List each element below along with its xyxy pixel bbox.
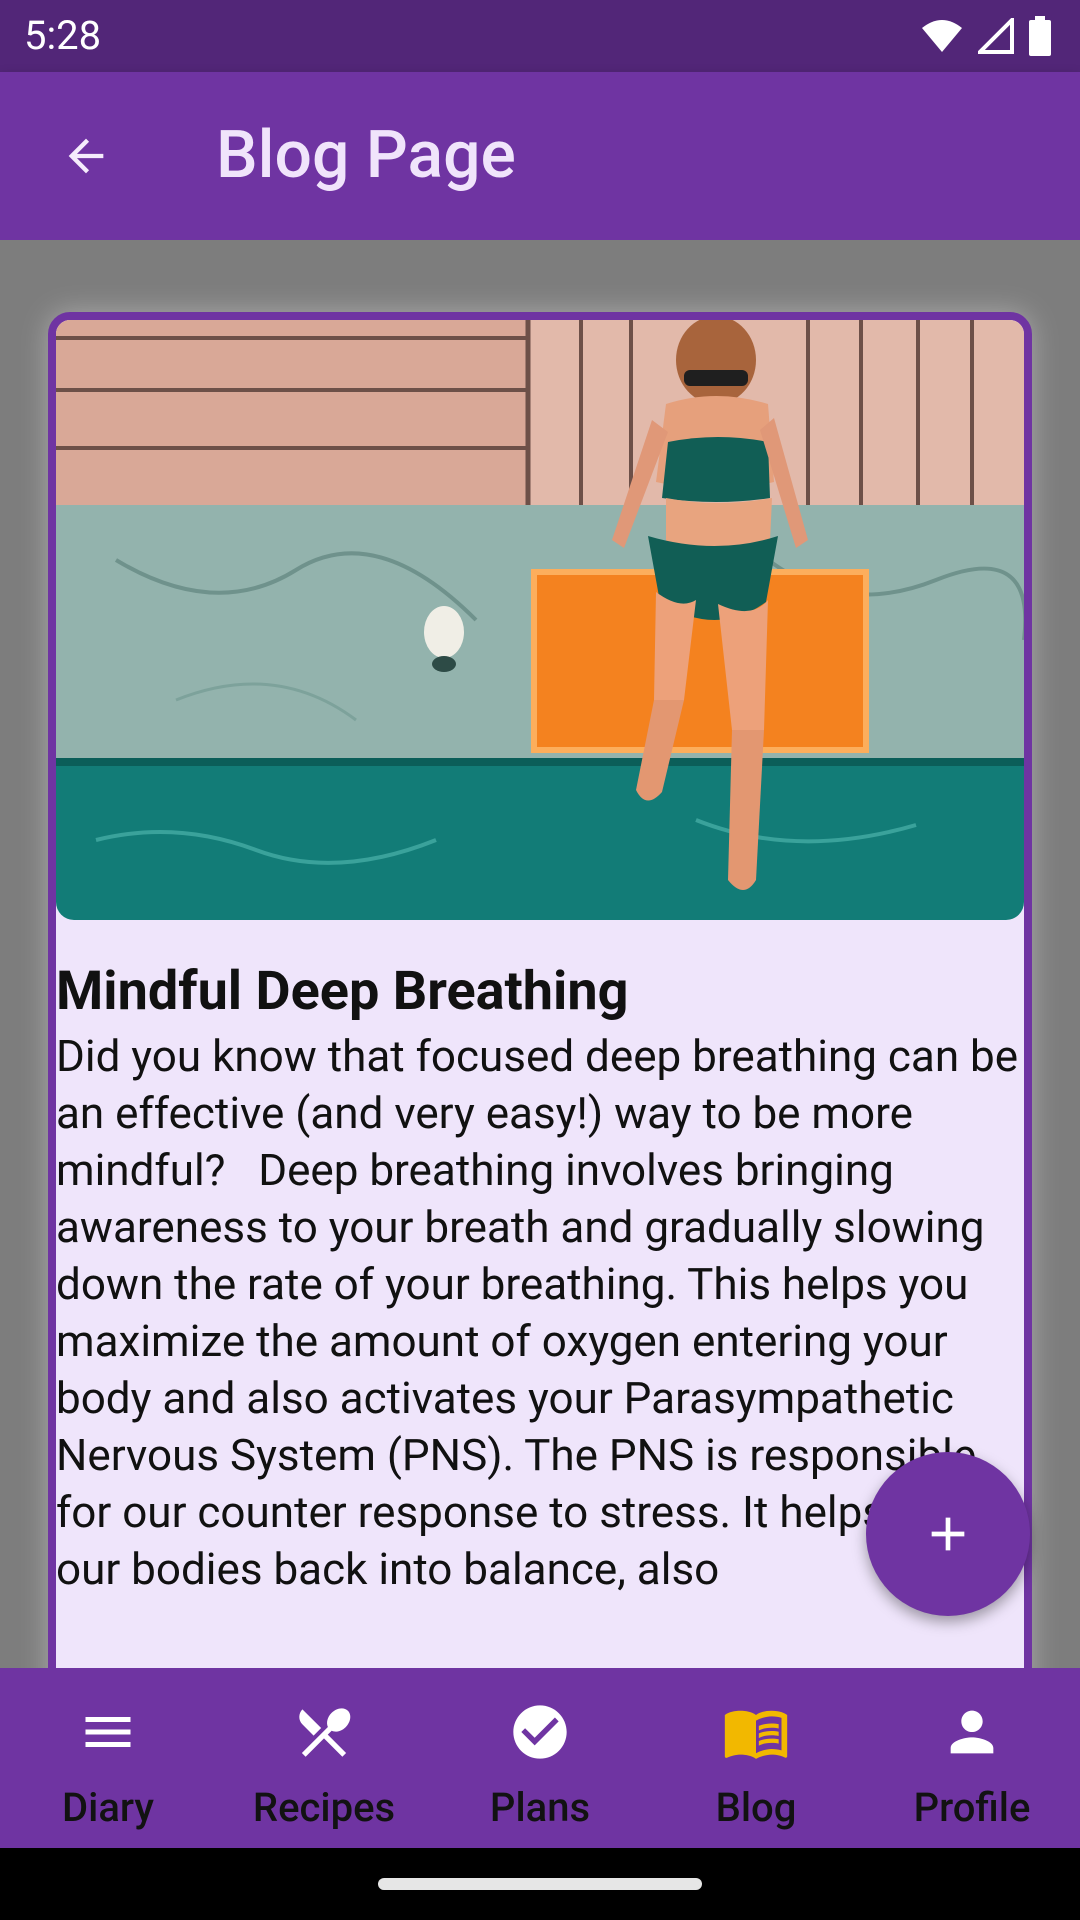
status-icons — [920, 16, 1052, 56]
open-book-icon — [724, 1710, 788, 1759]
page-title: Blog Page — [216, 117, 516, 194]
blog-content[interactable]: Mindful Deep Breathing Did you know that… — [0, 240, 1080, 1668]
status-bar: 5:28 — [0, 0, 1080, 72]
system-navigation-bar — [0, 1848, 1080, 1920]
nav-label-plans: Plans — [489, 1784, 591, 1831]
utensils-icon — [299, 1708, 351, 1757]
blog-post-card[interactable]: Mindful Deep Breathing Did you know that… — [48, 312, 1032, 1668]
menu-icon — [85, 1717, 131, 1747]
nav-label-blog: Blog — [715, 1784, 797, 1831]
nav-item-blog[interactable]: Blog — [648, 1668, 864, 1848]
check-circle-icon — [513, 1705, 567, 1759]
plus-icon — [931, 1517, 965, 1551]
signal-icon — [978, 18, 1014, 54]
back-button[interactable] — [46, 116, 126, 196]
nav-label-recipes: Recipes — [252, 1784, 396, 1831]
nav-item-plans[interactable]: Plans — [432, 1668, 648, 1848]
blog-post-image — [56, 320, 1024, 920]
wifi-icon — [922, 20, 962, 52]
post-title: Mindful Deep Breathing — [56, 960, 629, 1023]
person-icon — [950, 1710, 994, 1754]
app-bar: Blog Page — [0, 72, 1080, 240]
bottom-navigation: Diary Recipes Plans Blog Profile — [0, 1668, 1080, 1848]
nav-item-profile[interactable]: Profile — [864, 1668, 1080, 1848]
home-indicator[interactable] — [378, 1878, 702, 1890]
nav-label-diary: Diary — [62, 1784, 154, 1831]
add-button[interactable] — [866, 1452, 1030, 1616]
nav-item-recipes[interactable]: Recipes — [216, 1668, 432, 1848]
nav-item-diary[interactable]: Diary — [0, 1668, 216, 1848]
nav-label-profile: Profile — [913, 1784, 1031, 1831]
arrow-back-icon — [68, 138, 104, 174]
status-time: 5:28 — [24, 12, 102, 59]
battery-icon — [1029, 16, 1051, 56]
